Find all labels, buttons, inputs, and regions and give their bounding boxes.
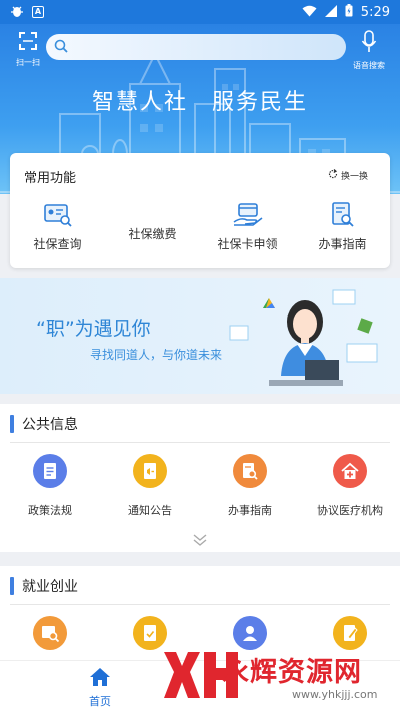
section-title: 就业创业 [22, 579, 78, 595]
battery-icon [345, 4, 353, 20]
recruitment-banner[interactable]: “职”为遇见你 寻找同道人，与你道未来 [0, 278, 400, 394]
public-info-grid: 政策法规 通知公告 办事指南 协议医疗机构 [0, 454, 400, 518]
chevron-down-icon[interactable] [190, 532, 210, 548]
banner-subtitle: 寻找同道人，与你道未来 [90, 348, 223, 362]
id-card-search-icon [10, 201, 105, 229]
grid-item-guide[interactable]: 办事指南 [200, 454, 300, 518]
section-title: 常用功能 [24, 171, 77, 186]
hero-slogan: 智慧人社 服务民生 [91, 90, 308, 115]
signal-icon [324, 4, 337, 20]
grid-item-label: 办事指南 [228, 504, 272, 517]
function-social-security-payment[interactable]: 社保缴费 [105, 201, 200, 261]
grid-item-label: 政策法规 [28, 504, 72, 517]
search-bar[interactable] [46, 34, 346, 60]
office-worker-illustration [229, 289, 378, 386]
nav-home-label: 首页 [89, 695, 111, 708]
public-info-section: 公共信息 政策法规 通知公告 办事指南 协议医疗机构 [0, 404, 400, 552]
grid-item-label: 协议医疗机构 [317, 504, 383, 517]
hospital-icon [333, 454, 367, 488]
section-header: 公共信息 [10, 414, 78, 434]
grid-item-notice[interactable]: 通知公告 [100, 454, 200, 518]
function-label: 社保缴费 [128, 227, 177, 241]
clock: 5:29 [360, 4, 390, 20]
grid-item-label: 通知公告 [128, 504, 172, 517]
wifi-icon [302, 5, 317, 20]
job-search-icon [33, 616, 67, 650]
function-social-security-query[interactable]: 社保查询 [10, 201, 105, 261]
status-bar: A 5:29 [0, 0, 400, 24]
section-header: 就业创业 [10, 576, 78, 596]
nav-home[interactable]: 首页 [80, 667, 120, 709]
notice-icon [133, 454, 167, 488]
watermark-brand: 永辉资源网 [222, 657, 362, 688]
refresh-label: 换一换 [340, 172, 368, 182]
function-label: 社保查询 [33, 237, 82, 251]
common-functions-card: 常用功能 换一换 社保查询 社保缴费 社保卡申领 办事指南 [10, 153, 390, 268]
card-hand-icon [200, 201, 295, 229]
bug-icon [10, 4, 24, 21]
policy-doc-icon [33, 454, 67, 488]
function-label: 社保卡申领 [217, 237, 278, 251]
home-icon [90, 668, 110, 686]
function-row: 社保查询 社保缴费 社保卡申领 办事指南 [10, 201, 390, 261]
refresh-icon [328, 169, 338, 182]
banner-headline: “职”为遇见你 [36, 318, 151, 340]
section-accent-bar [10, 577, 14, 595]
scan-label: 扫一扫 [16, 58, 40, 67]
text-a-icon: A [32, 6, 44, 18]
search-icon [54, 38, 68, 57]
guide-search-icon [295, 201, 390, 229]
refresh-button[interactable]: 换一换 [328, 169, 368, 182]
guide-search-icon [233, 454, 267, 488]
watermark-url: www.yhkjjj.com [292, 688, 378, 701]
divider [10, 604, 390, 605]
scan-button[interactable]: 扫一扫 [12, 32, 44, 68]
search-input[interactable] [74, 40, 334, 54]
voice-search-label: 语音搜索 [353, 61, 385, 70]
voice-search-button[interactable]: 语音搜索 [346, 30, 392, 71]
function-service-guide[interactable]: 办事指南 [295, 201, 390, 261]
function-card-application[interactable]: 社保卡申领 [200, 201, 295, 261]
divider [10, 442, 390, 443]
scan-icon [12, 32, 44, 54]
section-title: 公共信息 [22, 417, 78, 433]
function-label: 办事指南 [318, 237, 367, 251]
grid-item-medical-institutions[interactable]: 协议医疗机构 [300, 454, 400, 518]
section-accent-bar [10, 415, 14, 433]
grid-item-policy[interactable]: 政策法规 [0, 454, 100, 518]
microphone-icon [346, 30, 392, 58]
grid-item-job-search[interactable] [0, 616, 100, 650]
